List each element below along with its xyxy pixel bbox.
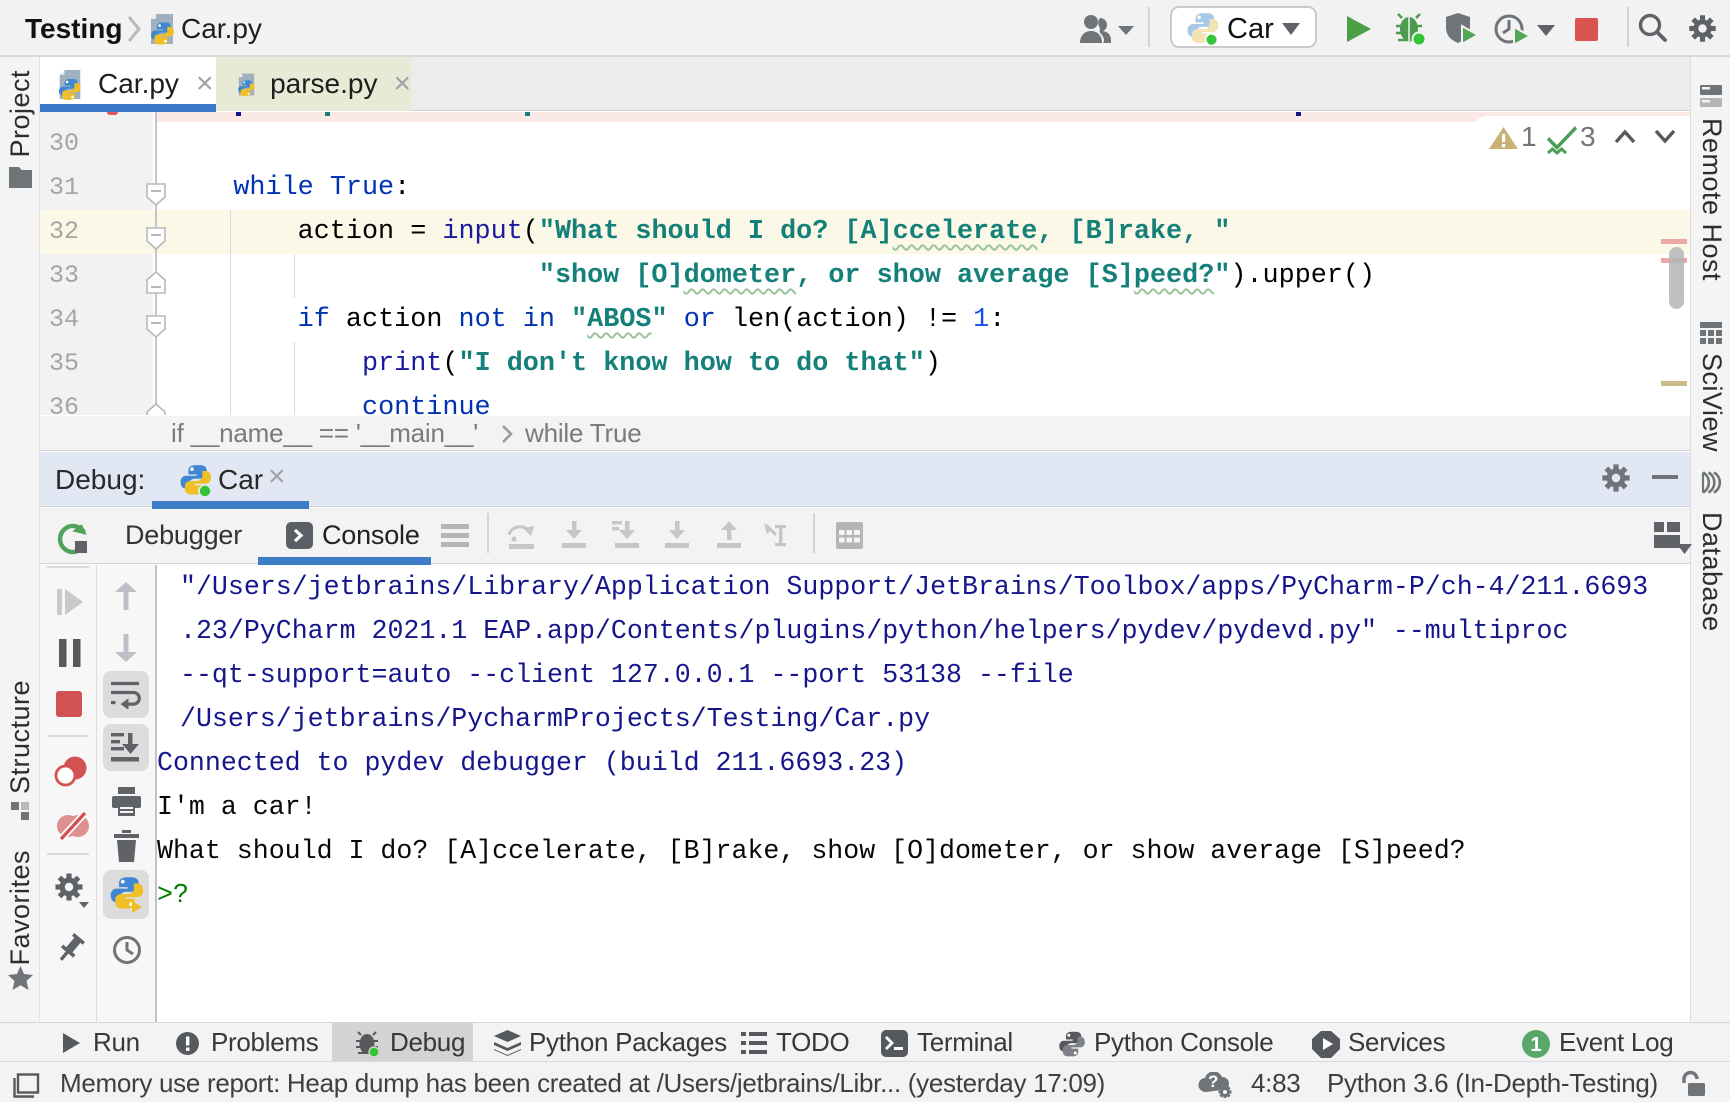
svg-text:?: ? — [1208, 1072, 1218, 1091]
svg-text:1: 1 — [1530, 1034, 1541, 1056]
